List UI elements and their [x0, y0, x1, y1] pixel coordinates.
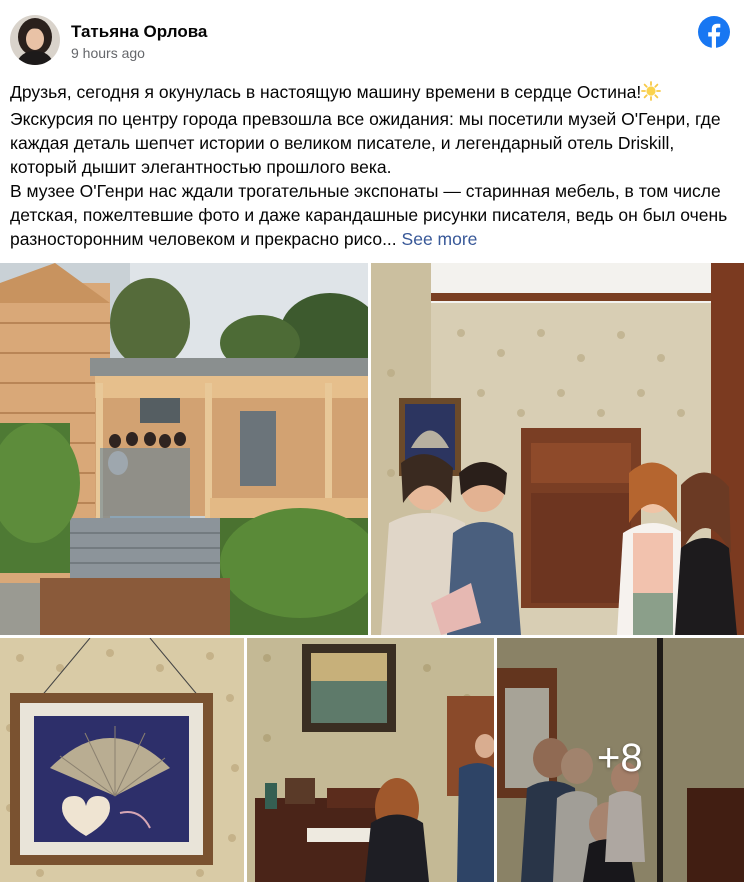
post-text-line: каждая деталь шепчет истории о великом п… — [10, 133, 675, 153]
facebook-logo-icon[interactable] — [698, 16, 730, 48]
sun-emoji-icon — [641, 81, 662, 107]
facebook-post: Татьяна Орлова 9 hours ago Друзья, сегод… — [0, 0, 744, 882]
post-text-line: который дышит элегантностью прошлого век… — [10, 157, 392, 177]
photo-group-indoor[interactable] — [371, 263, 744, 635]
photo-piano-room[interactable] — [247, 638, 494, 882]
post-text-line: Друзья, сегодня я окунулась в настоящую … — [10, 80, 736, 107]
photo-museum-exterior[interactable] — [0, 263, 368, 635]
post-header: Татьяна Орлова 9 hours ago — [0, 0, 744, 72]
post-text-line: В музее О'Генри нас ждали трогательные э… — [10, 181, 721, 201]
post-timestamp[interactable]: 9 hours ago — [71, 45, 145, 61]
post-text-line: детская, пожелтевшие фото и даже каранда… — [10, 205, 728, 225]
post-text-line: Экскурсия по центру города превзошла все… — [10, 109, 721, 129]
more-photos-count[interactable]: +8 — [597, 736, 643, 781]
see-more-link[interactable]: See more — [402, 229, 478, 249]
post-text: Друзья, сегодня я окунулась в настоящую … — [10, 80, 736, 251]
author-avatar[interactable] — [10, 15, 60, 65]
photo-framed-fan[interactable] — [0, 638, 244, 882]
author-name[interactable]: Татьяна Орлова — [71, 22, 207, 42]
post-text-line: разносторонним человеком и прекрасно рис… — [10, 229, 478, 249]
